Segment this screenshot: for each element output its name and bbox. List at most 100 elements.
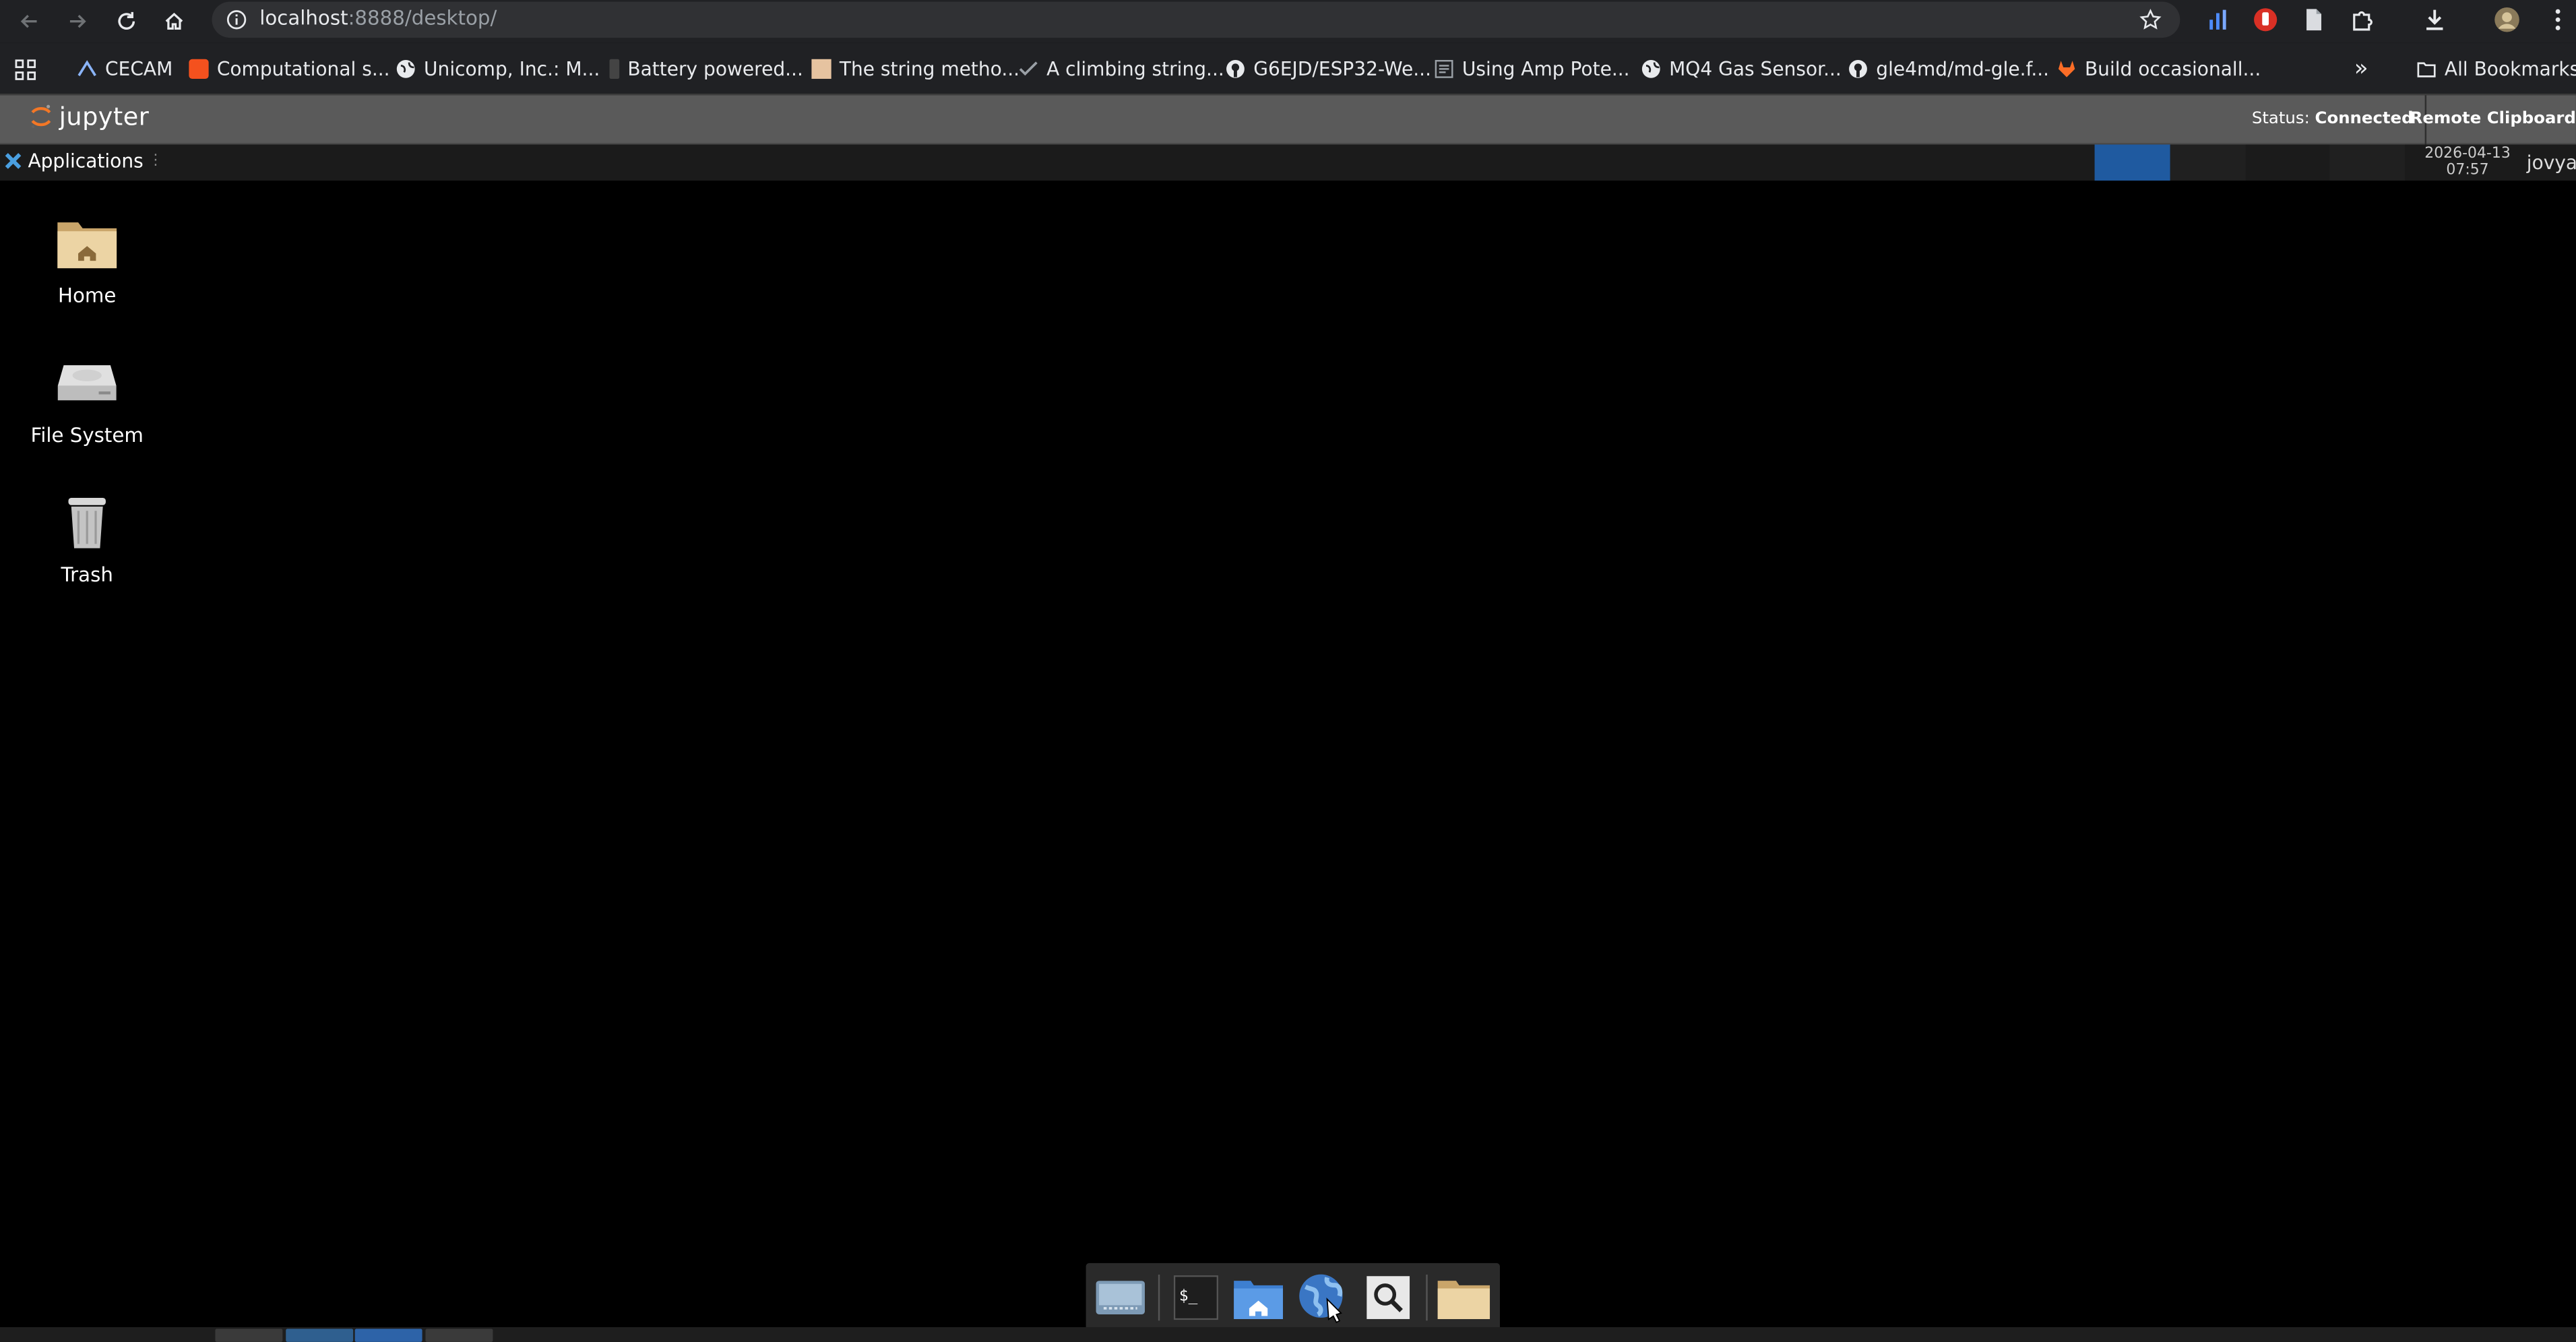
forward-button[interactable] xyxy=(59,3,96,40)
workspace-4[interactable] xyxy=(2329,144,2406,181)
bookmark-amp-pote[interactable]: Using Amp Pote... xyxy=(1434,56,1630,82)
downloads-icon[interactable] xyxy=(2422,7,2448,33)
back-arrow-icon xyxy=(20,14,37,28)
back-button[interactable] xyxy=(11,3,48,40)
globe-favicon-icon xyxy=(396,59,415,78)
f-favicon-icon xyxy=(189,59,209,79)
bookmark-label: Battery powered... xyxy=(627,57,803,81)
drive-icon xyxy=(51,346,123,418)
bottom-taskbar xyxy=(0,1327,2576,1342)
profile-avatar-icon[interactable] xyxy=(2494,7,2520,33)
bookmark-g6ejd[interactable]: G6EJD/ESP32-We... xyxy=(1226,56,1431,82)
reload-icon xyxy=(118,11,135,30)
status-value: Connected xyxy=(2315,110,2414,129)
check-favicon-icon xyxy=(1019,61,1038,76)
desktop-icon-label: Home xyxy=(58,284,117,307)
bookmark-mq4[interactable]: MQ4 Gas Sensor... xyxy=(1641,56,1842,82)
workspace-2[interactable] xyxy=(2170,144,2246,181)
applications-label: Applications xyxy=(28,149,144,173)
gitlab-favicon-icon xyxy=(2058,61,2075,77)
trash-icon xyxy=(51,486,123,558)
bookmark-string-method[interactable]: The string metho... xyxy=(811,56,1019,82)
globe-favicon-icon xyxy=(1641,59,1660,78)
extensions-puzzle-icon[interactable] xyxy=(2349,7,2375,33)
github-favicon-icon xyxy=(1849,59,1867,78)
bookmark-label: gle4md/md-gle.f... xyxy=(1876,57,2050,81)
more-bookmarks-button[interactable]: » xyxy=(2354,56,2368,82)
jupyter-logo-icon xyxy=(31,104,51,129)
bookmark-label: Using Amp Pote... xyxy=(1462,57,1630,81)
home-folder-icon[interactable] xyxy=(1230,1271,1286,1324)
taskbar-item[interactable] xyxy=(215,1329,283,1342)
extension-document-icon[interactable] xyxy=(2300,7,2326,33)
bookmark-cecam[interactable]: CECAM xyxy=(77,56,173,82)
clock-date: 2026-04-13 xyxy=(2424,146,2511,163)
jupyter-header: jupyter Status: Connected Remote Clipboa… xyxy=(0,95,2576,145)
url-text: localhost:8888/desktop/ xyxy=(259,7,497,30)
bookmark-unicomp[interactable]: Unicomp, Inc.: M... xyxy=(396,56,600,82)
bookmark-label: Build occasionall... xyxy=(2084,57,2261,81)
extension-stop-icon[interactable] xyxy=(2253,7,2279,33)
address-bar[interactable]: localhost:8888/desktop/ xyxy=(212,1,2180,38)
desktop-icon-file-system[interactable]: File System xyxy=(13,346,161,447)
bookmark-label: Computational s... xyxy=(216,57,390,81)
cecam-favicon-icon xyxy=(77,60,96,77)
reload-button[interactable] xyxy=(108,3,145,40)
desktop-icon-label: Trash xyxy=(61,563,113,587)
workspace-1[interactable] xyxy=(2094,144,2170,181)
extension-chart-icon[interactable] xyxy=(2205,7,2231,33)
bookmark-label: CECAM xyxy=(105,57,173,81)
dock-panel: $_ xyxy=(1086,1263,1500,1333)
home-button[interactable] xyxy=(156,3,193,40)
desktop-icon-label: File System xyxy=(30,424,144,447)
bookmark-computational[interactable]: Computational s... xyxy=(189,56,390,82)
bookmark-gle4md[interactable]: gle4md/md-gle.f... xyxy=(1848,56,2049,82)
bookmark-label: Unicomp, Inc.: M... xyxy=(424,57,600,81)
terminal-icon[interactable]: $_ xyxy=(1168,1271,1224,1324)
bookmark-climbing-string[interactable]: A climbing string... xyxy=(1019,56,1224,82)
battery-favicon-icon xyxy=(609,59,620,79)
browser-toolbar: localhost:8888/desktop/ xyxy=(0,0,2576,43)
bookmark-build-occasionally[interactable]: Build occasionall... xyxy=(2057,56,2261,82)
jupyter-logo[interactable]: jupyter xyxy=(30,102,149,131)
bookmark-star-icon[interactable] xyxy=(2139,8,2162,31)
connection-status: Status: Connected xyxy=(2252,110,2414,128)
bookmark-label: A climbing string... xyxy=(1046,57,1224,81)
clock-time: 07:57 xyxy=(2446,162,2489,179)
panel-clock[interactable]: 2026-04-13 07:57 xyxy=(2415,146,2520,179)
desktop-area[interactable]: Home File System Trash xyxy=(0,181,2576,1327)
dock-separator xyxy=(1158,1274,1160,1321)
url-host: localhost xyxy=(259,6,348,30)
desktop-icon-trash[interactable]: Trash xyxy=(13,486,161,587)
home-folder-icon xyxy=(51,207,123,279)
apps-grid-icon xyxy=(15,59,36,79)
taskbar-item[interactable] xyxy=(425,1329,493,1342)
dock-separator xyxy=(1426,1274,1428,1321)
desktop-icon-home[interactable]: Home xyxy=(13,207,161,307)
applications-menu-button[interactable]: Applications ⋮ xyxy=(3,150,163,172)
github-favicon-icon xyxy=(1226,59,1245,78)
web-browser-icon[interactable] xyxy=(1294,1271,1350,1324)
taskbar-item[interactable] xyxy=(286,1329,354,1342)
all-bookmarks-label: All Bookmarks xyxy=(2444,57,2576,81)
xfce-top-panel: Applications ⋮ 2026-04-13 07:57 jovya xyxy=(0,144,2576,181)
search-icon[interactable] xyxy=(1360,1271,1416,1324)
string-favicon-icon xyxy=(811,59,831,79)
panel-user[interactable]: jovya xyxy=(2527,151,2576,174)
browser-menu-icon[interactable] xyxy=(2545,7,2571,33)
document-favicon-icon xyxy=(1435,59,1453,78)
svg-text:$_: $_ xyxy=(1179,1287,1198,1305)
apps-grid-button[interactable] xyxy=(15,56,36,82)
taskbar-item[interactable] xyxy=(354,1329,422,1342)
all-bookmarks-button[interactable]: All Bookmarks xyxy=(2416,56,2576,82)
folder-icon[interactable] xyxy=(1436,1271,1492,1324)
remote-clipboard-button[interactable]: Remote Clipboard xyxy=(2410,110,2576,128)
panel-handle-icon: ⋮ xyxy=(148,152,163,170)
workspace-3[interactable] xyxy=(2245,144,2330,181)
url-path: :8888/desktop/ xyxy=(348,6,497,30)
status-label: Status: xyxy=(2251,110,2310,129)
jupyter-wordmark: jupyter xyxy=(59,102,150,132)
bookmark-battery[interactable]: Battery powered... xyxy=(609,56,803,82)
site-info-icon[interactable] xyxy=(225,8,248,31)
show-desktop-icon[interactable] xyxy=(1092,1271,1148,1324)
